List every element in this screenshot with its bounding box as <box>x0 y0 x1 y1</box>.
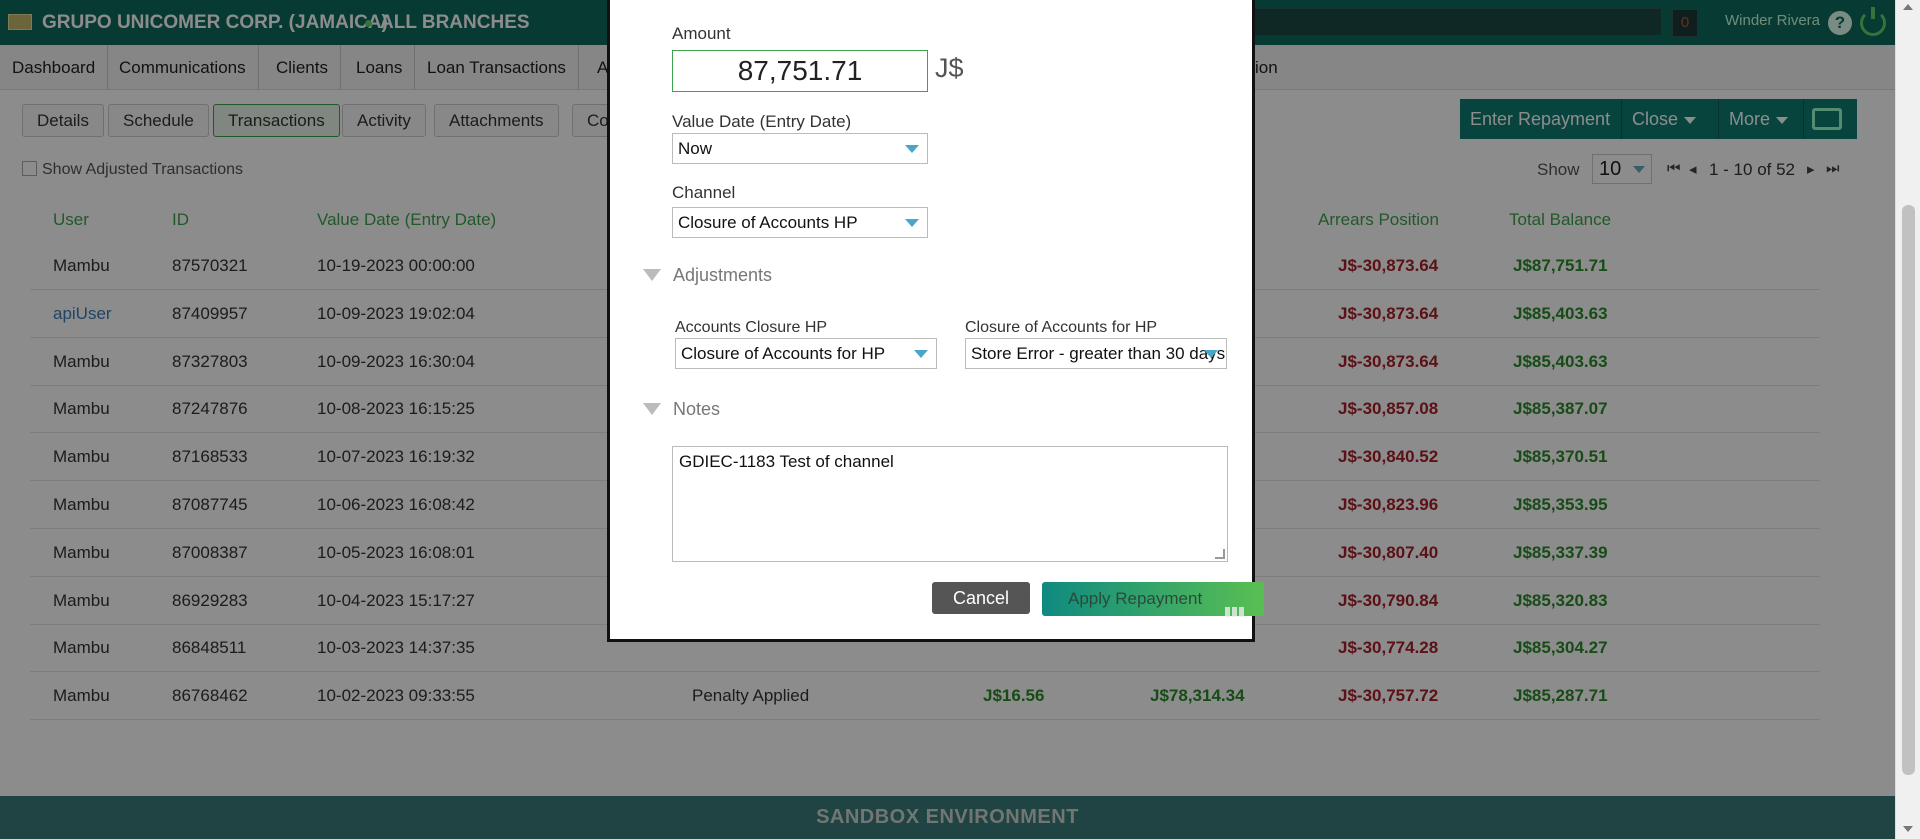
accounts-closure-value: Closure of Accounts for HP <box>681 344 886 363</box>
resize-handle-icon[interactable] <box>1215 549 1225 559</box>
adjustments-label: Adjustments <box>673 265 773 285</box>
closure-for-label: Closure of Accounts for HP <box>965 319 1158 336</box>
closure-for-select[interactable]: Store Error - greater than 30 days <box>965 338 1227 369</box>
amount-label: Amount <box>672 24 731 43</box>
notes-textarea[interactable]: GDIEC-1183 Test of channel <box>672 446 1228 562</box>
notes-label: Notes <box>673 399 721 419</box>
adjustments-section[interactable]: Adjustments <box>643 265 773 286</box>
chevron-down-icon <box>905 145 919 153</box>
enter-repayment-dialog: Amount 87,751.71 J$ Value Date (Entry Da… <box>607 0 1264 642</box>
value-date-value: Now <box>678 139 713 158</box>
closure-for-value: Store Error - greater than 30 days <box>971 344 1226 363</box>
channel-select[interactable]: Closure of Accounts HP <box>672 207 928 238</box>
amount-input[interactable]: 87,751.71 <box>672 50 928 92</box>
chevron-down-icon <box>1204 350 1218 358</box>
value-date-label: Value Date (Entry Date) <box>672 112 852 131</box>
currency-label: J$ <box>935 53 964 83</box>
accounts-closure-select[interactable]: Closure of Accounts for HP <box>675 338 937 369</box>
channel-label: Channel <box>672 183 736 202</box>
notes-section[interactable]: Notes <box>643 399 721 420</box>
loading-spinner-icon <box>1225 595 1249 617</box>
scroll-thumb[interactable] <box>1902 205 1915 775</box>
notes-value: GDIEC-1183 Test of channel <box>679 452 894 471</box>
collapse-icon[interactable] <box>643 269 661 281</box>
apply-repayment-label: Apply Repayment <box>1068 589 1203 608</box>
value-date-select[interactable]: Now <box>672 133 928 164</box>
scroll-down-icon[interactable] <box>1903 826 1913 832</box>
channel-value: Closure of Accounts HP <box>678 213 858 232</box>
chevron-down-icon <box>914 350 928 358</box>
chevron-down-icon <box>905 219 919 227</box>
apply-repayment-button[interactable]: Apply Repayment <box>1042 582 1264 617</box>
accounts-closure-label: Accounts Closure HP <box>675 319 828 336</box>
cancel-button[interactable]: Cancel <box>932 582 1030 614</box>
scroll-up-icon[interactable] <box>1903 4 1913 10</box>
collapse-icon[interactable] <box>643 403 661 415</box>
page-scrollbar[interactable] <box>1895 0 1920 839</box>
